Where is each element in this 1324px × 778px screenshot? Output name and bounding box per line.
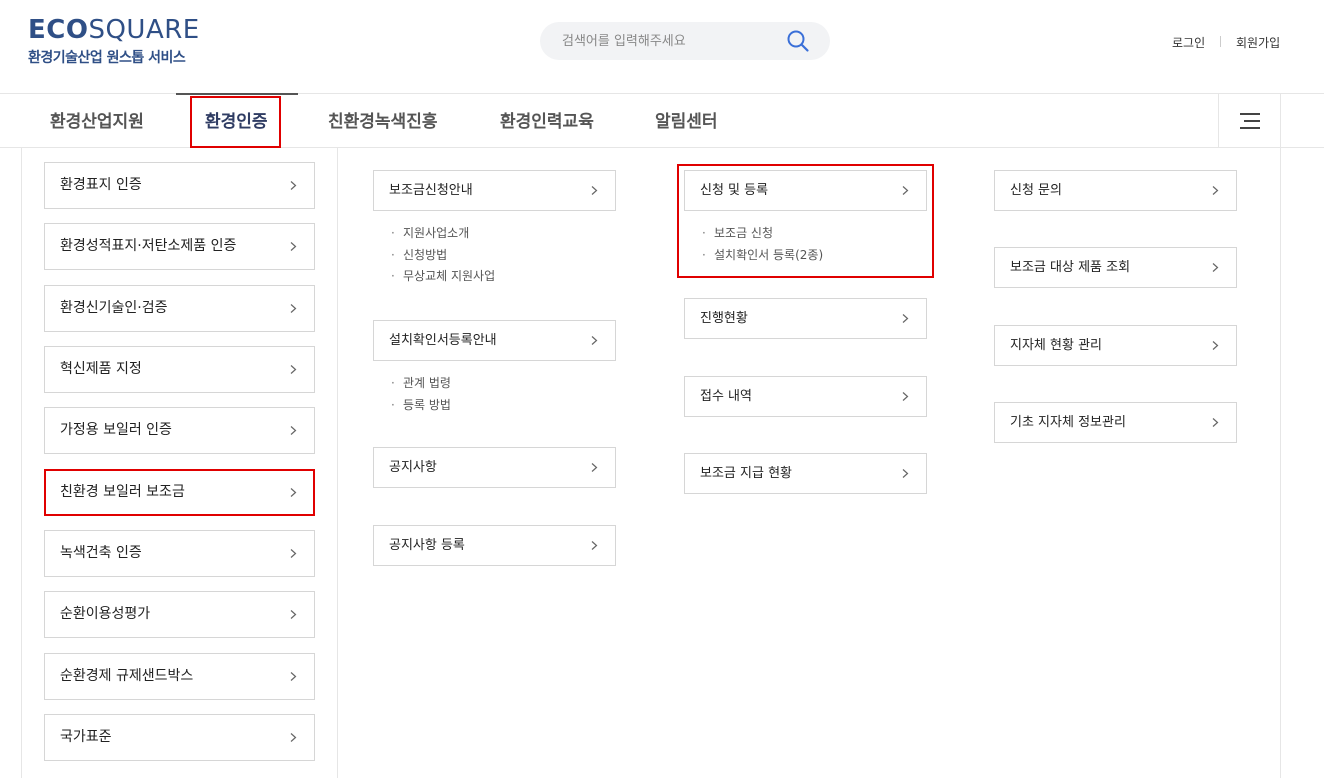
gnb-item-env-industry-support[interactable]: 환경산업지원 xyxy=(50,94,144,149)
submenu-label: 지자체 현황 관리 xyxy=(1010,338,1102,353)
logo-subtitle: 환경기술산업 원스톱 서비스 xyxy=(28,50,186,66)
chevron-right-icon xyxy=(1212,186,1219,195)
chevron-right-icon xyxy=(290,181,297,190)
left-menu-item[interactable]: 환경성적표지·저탄소제품 인증 xyxy=(44,223,315,270)
submenu-basic-local-gov-info[interactable]: 기초 지자체 정보관리 xyxy=(994,402,1237,443)
gnb-item-notice-center[interactable]: 알림센터 xyxy=(655,94,718,149)
submenu-label: 공지사항 xyxy=(389,460,437,475)
sub-link[interactable]: · 무상교체 지원사업 xyxy=(391,266,495,288)
chevron-right-icon xyxy=(591,186,598,195)
left-menu-item[interactable]: 혁신제품 지정 xyxy=(44,346,315,393)
search-bar xyxy=(540,22,830,60)
sub-link[interactable]: · 신청방법 xyxy=(391,245,495,267)
submenu-label: 설치확인서등록안내 xyxy=(389,333,497,348)
highlight-box-gnb xyxy=(190,96,281,148)
highlight-box-apply-register xyxy=(677,164,934,278)
chevron-right-icon xyxy=(290,304,297,313)
left-menu-label: 환경성적표지·저탄소제품 인증 xyxy=(60,238,237,254)
submenu-label: 보조금 대상 제품 조회 xyxy=(1010,260,1131,275)
chevron-right-icon xyxy=(902,469,909,478)
sub-link[interactable]: · 등록 방법 xyxy=(391,395,451,417)
left-menu-label: 순환이용성평가 xyxy=(60,606,151,622)
sub-link[interactable]: · 관계 법령 xyxy=(391,373,451,395)
submenu-local-gov-status[interactable]: 지자체 현황 관리 xyxy=(994,325,1237,366)
chevron-right-icon xyxy=(1212,263,1219,272)
left-menu-item[interactable]: 국가표준 xyxy=(44,714,315,761)
left-menu-item[interactable]: 녹색건축 인증 xyxy=(44,530,315,577)
ecosquare-logo[interactable]: ECOSQUARE 환경기술산업 원스톱 서비스 xyxy=(28,16,200,67)
left-menu-item[interactable]: 환경표지 인증 xyxy=(44,162,315,209)
submenu-label: 공지사항 등록 xyxy=(389,538,465,553)
submenu-apply-inquiry[interactable]: 신청 문의 xyxy=(994,170,1237,211)
left-menu-item-eco-boiler-subsidy[interactable]: 친환경 보일러 보조금 xyxy=(44,469,315,516)
left-menu-label: 가정용 보일러 인증 xyxy=(60,422,172,438)
submenu-sublist: · 관계 법령 · 등록 방법 xyxy=(391,373,451,416)
logo-wordmark: ECOSQUARE xyxy=(28,15,200,45)
chevron-right-icon xyxy=(1212,418,1219,427)
submenu-notice[interactable]: 공지사항 xyxy=(373,447,616,488)
join-link[interactable]: 회원가입 xyxy=(1236,34,1280,51)
chevron-right-icon xyxy=(290,488,297,497)
submenu-sublist: · 지원사업소개 · 신청방법 · 무상교체 지원사업 xyxy=(391,223,495,288)
search-icon[interactable] xyxy=(786,29,810,53)
chevron-right-icon xyxy=(290,610,297,619)
submenu-label: 접수 내역 xyxy=(700,389,752,404)
hamburger-menu-icon[interactable] xyxy=(1218,94,1281,148)
chevron-right-icon xyxy=(902,314,909,323)
submenu-label: 보조금 지급 현황 xyxy=(700,466,792,481)
chevron-right-icon xyxy=(591,463,598,472)
chevron-right-icon xyxy=(290,365,297,374)
chevron-right-icon xyxy=(591,541,598,550)
submenu-label: 신청 문의 xyxy=(1010,183,1062,198)
left-menu-item[interactable]: 순환이용성평가 xyxy=(44,591,315,638)
left-menu-item[interactable]: 순환경제 규제샌드박스 xyxy=(44,653,315,700)
chevron-right-icon xyxy=(902,392,909,401)
submenu-notice-register[interactable]: 공지사항 등록 xyxy=(373,525,616,566)
submenu-install-cert-guide[interactable]: 설치확인서등록안내 xyxy=(373,320,616,361)
submenu-subsidy-payment-status[interactable]: 보조금 지급 현황 xyxy=(684,453,927,494)
chevron-right-icon xyxy=(290,242,297,251)
submenu-eligible-products[interactable]: 보조금 대상 제품 조회 xyxy=(994,247,1237,288)
left-menu-label: 국가표준 xyxy=(60,729,112,745)
gnb-item-green-promotion[interactable]: 친환경녹색진흥 xyxy=(328,94,437,149)
login-link[interactable]: 로그인 xyxy=(1172,34,1205,51)
site-header: ECOSQUARE 환경기술산업 원스톱 서비스 로그인 회원가입 xyxy=(0,0,1324,93)
left-menu-label: 순환경제 규제샌드박스 xyxy=(60,668,194,684)
submenu-receipt-history[interactable]: 접수 내역 xyxy=(684,376,927,417)
search-input[interactable] xyxy=(562,31,782,51)
left-menu-label: 환경표지 인증 xyxy=(60,177,142,193)
left-menu-label: 혁신제품 지정 xyxy=(60,361,142,377)
main-navigation: 환경산업지원 환경인증 친환경녹색진흥 환경인력교육 알림센터 xyxy=(0,93,1324,148)
chevron-right-icon xyxy=(591,336,598,345)
left-menu-label: 녹색건축 인증 xyxy=(60,545,142,561)
util-divider xyxy=(1220,36,1221,47)
mega-menu-panel: 환경표지 인증 환경성적표지·저탄소제품 인증 환경신기술인·검증 혁신제품 지… xyxy=(21,148,1281,778)
left-menu-label: 환경신기술인·검증 xyxy=(60,300,168,316)
submenu-subsidy-guide[interactable]: 보조금신청안내 xyxy=(373,170,616,211)
chevron-right-icon xyxy=(1212,341,1219,350)
submenu-label: 보조금신청안내 xyxy=(389,183,473,198)
submenu-label: 진행현황 xyxy=(700,311,748,326)
sub-link[interactable]: · 지원사업소개 xyxy=(391,223,495,245)
left-category-list: 환경표지 인증 환경성적표지·저탄소제품 인증 환경신기술인·검증 혁신제품 지… xyxy=(22,148,338,778)
chevron-right-icon xyxy=(290,549,297,558)
submenu-progress-status[interactable]: 진행현황 xyxy=(684,298,927,339)
submenu-label: 기초 지자체 정보관리 xyxy=(1010,415,1126,430)
left-menu-label: 친환경 보일러 보조금 xyxy=(60,484,185,500)
left-menu-item[interactable]: 환경신기술인·검증 xyxy=(44,285,315,332)
chevron-right-icon xyxy=(290,672,297,681)
gnb-item-env-education[interactable]: 환경인력교육 xyxy=(500,94,594,149)
chevron-right-icon xyxy=(290,733,297,742)
left-menu-item[interactable]: 가정용 보일러 인증 xyxy=(44,407,315,454)
chevron-right-icon xyxy=(290,426,297,435)
